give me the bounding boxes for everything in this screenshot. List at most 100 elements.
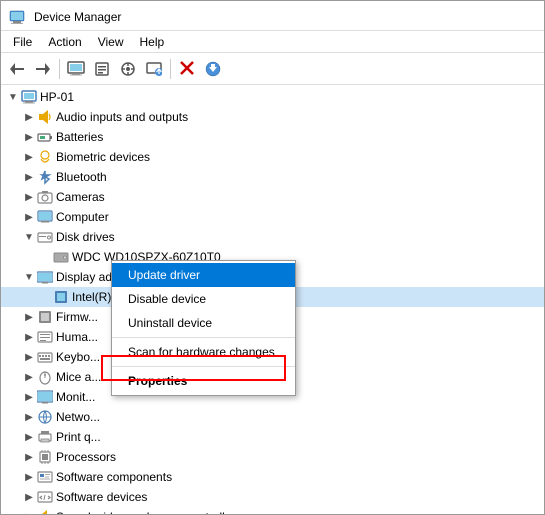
expand-cameras[interactable]: ▶ — [21, 189, 37, 205]
icon-batteries — [37, 129, 53, 145]
icon-firmware — [37, 309, 53, 325]
expand-batteries[interactable]: ▶ — [21, 129, 37, 145]
tree-item-computer[interactable]: ▶ Computer — [1, 207, 544, 227]
title-bar: Device Manager — [1, 1, 544, 31]
icon-cameras — [37, 189, 53, 205]
expand-network[interactable]: ▶ — [21, 409, 37, 425]
toolbar-download[interactable] — [201, 57, 225, 81]
icon-computer — [37, 209, 53, 225]
expand-softwaredev[interactable]: ▶ — [21, 489, 37, 505]
expand-displayadapters[interactable]: ▼ — [21, 269, 37, 285]
tree-item-batteries[interactable]: ▶ Batteries — [1, 127, 544, 147]
icon-human — [37, 329, 53, 345]
toolbar-computer[interactable] — [64, 57, 88, 81]
toolbar-sep-2 — [170, 59, 171, 79]
expand-biometric[interactable]: ▶ — [21, 149, 37, 165]
label-keyboard: Keybo... — [56, 350, 100, 364]
label-network: Netwo... — [56, 410, 100, 424]
label-monitors: Monit... — [56, 390, 95, 404]
ctx-sep-1 — [112, 337, 295, 338]
icon-print — [37, 429, 53, 445]
expand-mice[interactable]: ▶ — [21, 369, 37, 385]
window-title: Device Manager — [34, 10, 121, 24]
expand-hp01[interactable]: ▼ — [5, 89, 21, 105]
tree-item-softwarecomp[interactable]: ▶ Software components — [1, 467, 544, 487]
toolbar-properties[interactable] — [90, 57, 114, 81]
label-softwarecomp: Software components — [56, 470, 172, 484]
label-computer: Computer — [56, 210, 109, 224]
expand-human[interactable]: ▶ — [21, 329, 37, 345]
icon-diskdrives — [37, 229, 53, 245]
icon-softwarecomp — [37, 469, 53, 485]
expand-monitors[interactable]: ▶ — [21, 389, 37, 405]
label-audio: Audio inputs and outputs — [56, 110, 188, 124]
icon-keyboard — [37, 349, 53, 365]
tree-item-audio[interactable]: ▶ Audio inputs and outputs — [1, 107, 544, 127]
device-manager-window: Device Manager File Action View Help — [0, 0, 545, 515]
icon-processors — [37, 449, 53, 465]
tree-item-sound[interactable]: ▶ Sound, video and game controllers — [1, 507, 544, 514]
ctx-update-driver[interactable]: Update driver — [112, 263, 295, 287]
label-processors: Processors — [56, 450, 116, 464]
label-firmware: Firmw... — [56, 310, 98, 324]
label-print: Print q... — [56, 430, 101, 444]
ctx-disable-device[interactable]: Disable device — [112, 287, 295, 311]
label-human: Huma... — [56, 330, 98, 344]
toolbar — [1, 53, 544, 85]
icon-monitors — [37, 389, 53, 405]
tree-item-processors[interactable]: ▶ Processors — [1, 447, 544, 467]
tree-item-bluetooth[interactable]: ▶ Bluetooth — [1, 167, 544, 187]
ctx-uninstall-device[interactable]: Uninstall device — [112, 311, 295, 335]
ctx-sep-2 — [112, 366, 295, 367]
tree-area[interactable]: ▼ HP-01 ▶ Audio inputs and outputs ▶ — [1, 85, 544, 514]
menu-view[interactable]: View — [90, 33, 132, 51]
label-mice: Mice a... — [56, 370, 101, 384]
toolbar-sep-1 — [59, 59, 60, 79]
label-softwaredev: Software devices — [56, 490, 147, 504]
expand-softwarecomp[interactable]: ▶ — [21, 469, 37, 485]
label-batteries: Batteries — [56, 130, 103, 144]
expand-computer[interactable]: ▶ — [21, 209, 37, 225]
expand-audio[interactable]: ▶ — [21, 109, 37, 125]
tree-item-print[interactable]: ▶ Print q... — [1, 427, 544, 447]
icon-displayadapters — [37, 269, 53, 285]
tree-item-network[interactable]: ▶ Netwo... — [1, 407, 544, 427]
label-diskdrives: Disk drives — [56, 230, 115, 244]
icon-bluetooth — [37, 169, 53, 185]
menu-action[interactable]: Action — [40, 33, 89, 51]
icon-network — [37, 409, 53, 425]
expand-diskdrives[interactable]: ▼ — [21, 229, 37, 245]
tree-item-hp01[interactable]: ▼ HP-01 — [1, 87, 544, 107]
title-icon — [9, 9, 25, 25]
expand-keyboard[interactable]: ▶ — [21, 349, 37, 365]
toolbar-back[interactable] — [5, 57, 29, 81]
context-menu: Update driver Disable device Uninstall d… — [111, 260, 296, 396]
expand-firmware[interactable]: ▶ — [21, 309, 37, 325]
expand-sound[interactable]: ▶ — [21, 509, 37, 514]
tree-item-biometric[interactable]: ▶ Biometric devices — [1, 147, 544, 167]
ctx-scan-hardware[interactable]: Scan for hardware changes — [112, 340, 295, 364]
menu-help[interactable]: Help — [132, 33, 173, 51]
icon-sound — [37, 509, 53, 514]
menu-file[interactable]: File — [5, 33, 40, 51]
toolbar-update[interactable] — [142, 57, 166, 81]
label-biometric: Biometric devices — [56, 150, 150, 164]
menu-bar: File Action View Help — [1, 31, 544, 53]
tree-item-diskdrives[interactable]: ▼ Disk drives — [1, 227, 544, 247]
toolbar-scan[interactable] — [116, 57, 140, 81]
tree-item-cameras[interactable]: ▶ Cameras — [1, 187, 544, 207]
label-hp01: HP-01 — [40, 90, 74, 104]
label-sound: Sound, video and game controllers — [56, 510, 241, 514]
icon-hp01 — [21, 89, 37, 105]
expand-print[interactable]: ▶ — [21, 429, 37, 445]
ctx-properties[interactable]: Properties — [112, 369, 295, 393]
toolbar-delete[interactable] — [175, 57, 199, 81]
tree-item-softwaredev[interactable]: ▶ Software devices — [1, 487, 544, 507]
icon-softwaredev — [37, 489, 53, 505]
expand-processors[interactable]: ▶ — [21, 449, 37, 465]
icon-biometric — [37, 149, 53, 165]
icon-wdc — [53, 249, 69, 265]
toolbar-forward[interactable] — [31, 57, 55, 81]
label-cameras: Cameras — [56, 190, 105, 204]
expand-bluetooth[interactable]: ▶ — [21, 169, 37, 185]
